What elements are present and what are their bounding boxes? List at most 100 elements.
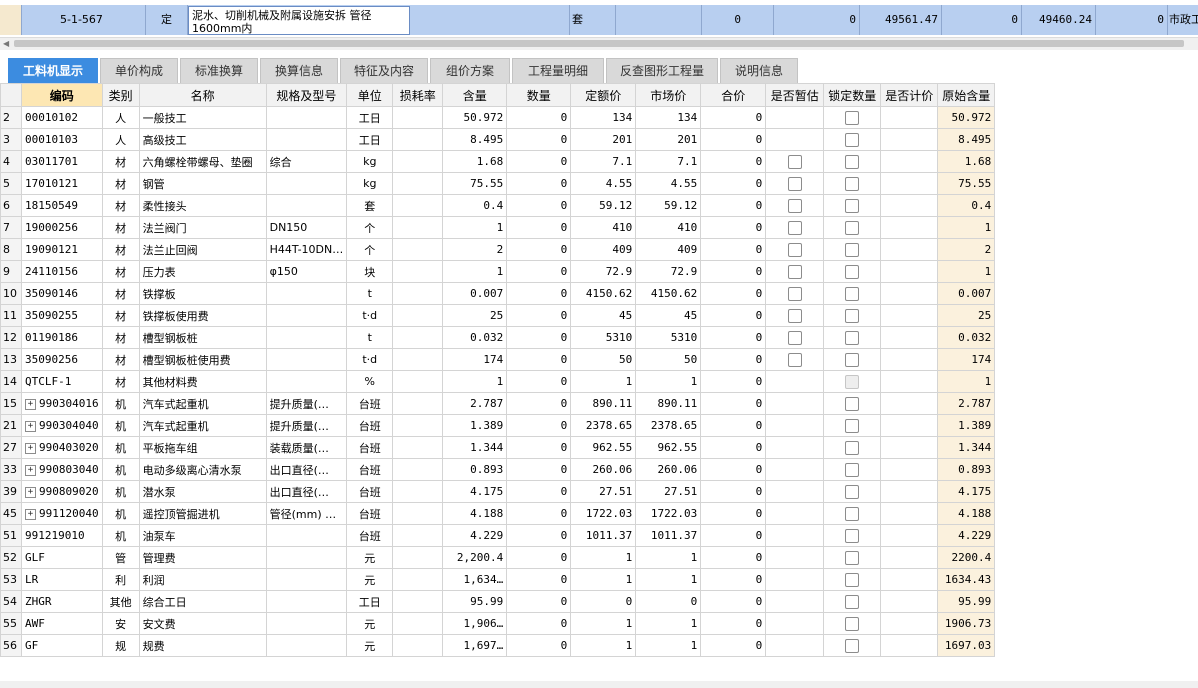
- cell-content[interactable]: 2: [442, 238, 508, 261]
- top-row-v3[interactable]: 49561.47: [860, 5, 942, 35]
- cell-market-price[interactable]: 409: [635, 238, 702, 261]
- cell-total-price[interactable]: 0: [700, 370, 767, 393]
- cell-quota-price[interactable]: 0: [570, 590, 637, 613]
- cell-code[interactable]: +990304016: [21, 392, 103, 415]
- cell-code[interactable]: 35090256: [21, 348, 103, 371]
- cell-type[interactable]: 材: [101, 304, 140, 327]
- cell-quota-price[interactable]: 1: [570, 370, 637, 393]
- cell-quantity[interactable]: 0: [506, 502, 572, 525]
- lock-quantity-checkbox[interactable]: [845, 154, 860, 169]
- cell-unit[interactable]: 元: [346, 612, 394, 635]
- cell-chargeable[interactable]: [880, 392, 939, 415]
- cell-lock-quantity[interactable]: [823, 590, 882, 613]
- cell-total-price[interactable]: 0: [700, 216, 767, 239]
- cell-loss-rate[interactable]: [392, 172, 444, 195]
- cell-original-content[interactable]: 25: [937, 304, 996, 327]
- cell-spec[interactable]: 管径(mm) …: [265, 502, 348, 525]
- col-header-quantity[interactable]: 数量: [506, 83, 572, 107]
- col-header-type[interactable]: 类别: [101, 83, 140, 107]
- cell-original-content[interactable]: 95.99: [937, 590, 996, 613]
- top-row-v4[interactable]: 0: [942, 5, 1022, 35]
- cell-chargeable[interactable]: [880, 568, 939, 591]
- cell-quantity[interactable]: 0: [506, 260, 572, 283]
- cell-quantity[interactable]: 0: [506, 216, 572, 239]
- cell-lock-quantity[interactable]: [823, 612, 882, 635]
- cell-name[interactable]: 高级技工: [138, 128, 267, 151]
- cell-chargeable[interactable]: [880, 546, 939, 569]
- cell-quantity[interactable]: 0: [506, 194, 572, 217]
- cell-quantity[interactable]: 0: [506, 480, 572, 503]
- provisional-checkbox[interactable]: [787, 154, 802, 169]
- lock-quantity-checkbox[interactable]: [845, 528, 860, 543]
- cell-lock-quantity[interactable]: [823, 194, 882, 217]
- col-header-total-price[interactable]: 合价: [700, 83, 767, 107]
- cell-market-price[interactable]: 2378.65: [635, 414, 702, 437]
- cell-chargeable[interactable]: [880, 370, 939, 393]
- cell-chargeable[interactable]: [880, 458, 939, 481]
- cell-chargeable[interactable]: [880, 480, 939, 503]
- scrollbar-thumb[interactable]: [14, 40, 1184, 47]
- table-row[interactable]: 10 35090146 材 铁撑板 t 0.007 0 4150.62 4150.62 0 0.00…: [0, 282, 996, 305]
- cell-content[interactable]: 1,697…: [442, 634, 508, 657]
- col-header-name[interactable]: 名称: [138, 83, 267, 107]
- cell-provisional[interactable]: [765, 304, 825, 327]
- cell-original-content[interactable]: 1.68: [937, 150, 996, 173]
- cell-name[interactable]: 汽车式起重机: [138, 392, 267, 415]
- cell-type[interactable]: 材: [101, 282, 140, 305]
- cell-type[interactable]: 机: [101, 436, 140, 459]
- cell-unit[interactable]: 台班: [346, 502, 394, 525]
- table-row[interactable]: 27 +990403020 机 平板拖车组 装载质量(… 台班 1.344 0 962.55 96…: [0, 436, 996, 459]
- cell-code[interactable]: 03011701: [21, 150, 103, 173]
- cell-market-price[interactable]: 1: [635, 612, 702, 635]
- table-row[interactable]: 14 QTCLF-1 材 其他材料费% 1 0 1 1 0 1: [0, 370, 996, 393]
- lock-quantity-checkbox[interactable]: [845, 594, 860, 609]
- cell-loss-rate[interactable]: [392, 238, 444, 261]
- cell-spec[interactable]: [265, 128, 348, 151]
- provisional-checkbox[interactable]: [787, 286, 802, 301]
- cell-provisional[interactable]: [765, 282, 825, 305]
- cell-loss-rate[interactable]: [392, 524, 444, 547]
- cell-original-content[interactable]: 8.495: [937, 128, 996, 151]
- cell-content[interactable]: 25: [442, 304, 508, 327]
- cell-quota-price[interactable]: 1: [570, 568, 637, 591]
- cell-chargeable[interactable]: [880, 590, 939, 613]
- cell-loss-rate[interactable]: [392, 194, 444, 217]
- provisional-checkbox[interactable]: [787, 264, 802, 279]
- lock-quantity-checkbox[interactable]: [845, 308, 860, 323]
- scroll-left-arrow-icon[interactable]: ◀: [3, 38, 9, 50]
- cell-original-content[interactable]: 1.389: [937, 414, 996, 437]
- cell-spec[interactable]: [265, 370, 348, 393]
- cell-content[interactable]: 1.68: [442, 150, 508, 173]
- cell-content[interactable]: 4.175: [442, 480, 508, 503]
- cell-lock-quantity[interactable]: [823, 304, 882, 327]
- cell-content[interactable]: 4.188: [442, 502, 508, 525]
- cell-content[interactable]: 0.007: [442, 282, 508, 305]
- cell-unit[interactable]: %: [346, 370, 394, 393]
- cell-code[interactable]: +990809020: [21, 480, 103, 503]
- col-header-code[interactable]: 编码: [21, 83, 103, 107]
- cell-quantity[interactable]: 0: [506, 370, 572, 393]
- cell-lock-quantity[interactable]: [823, 568, 882, 591]
- cell-market-price[interactable]: 1011.37: [635, 524, 702, 547]
- cell-spec[interactable]: 出口直径(…: [265, 480, 348, 503]
- cell-code[interactable]: 17010121: [21, 172, 103, 195]
- cell-code[interactable]: 18150549: [21, 194, 103, 217]
- cell-type[interactable]: 材: [101, 370, 140, 393]
- cell-name[interactable]: 其他材料费: [138, 370, 267, 393]
- lock-quantity-checkbox[interactable]: [845, 396, 860, 411]
- cell-quota-price[interactable]: 410: [570, 216, 637, 239]
- cell-name[interactable]: 规费: [138, 634, 267, 657]
- cell-name[interactable]: 六角螺栓带螺母、垫圈: [138, 150, 267, 173]
- cell-original-content[interactable]: 4.188: [937, 502, 996, 525]
- cell-type[interactable]: 利: [101, 568, 140, 591]
- cell-quota-price[interactable]: 5310: [570, 326, 637, 349]
- cell-chargeable[interactable]: [880, 260, 939, 283]
- lock-quantity-checkbox[interactable]: [845, 638, 860, 653]
- cell-provisional[interactable]: [765, 436, 825, 459]
- table-row[interactable]: 7 19000256 材 法兰阀门 DN150 个 1 0 410 410 0 1: [0, 216, 996, 239]
- cell-chargeable[interactable]: [880, 326, 939, 349]
- cell-unit[interactable]: 台班: [346, 458, 394, 481]
- cell-original-content[interactable]: 1634.43: [937, 568, 996, 591]
- cell-unit[interactable]: 块: [346, 260, 394, 283]
- expand-plus-icon[interactable]: +: [25, 398, 36, 410]
